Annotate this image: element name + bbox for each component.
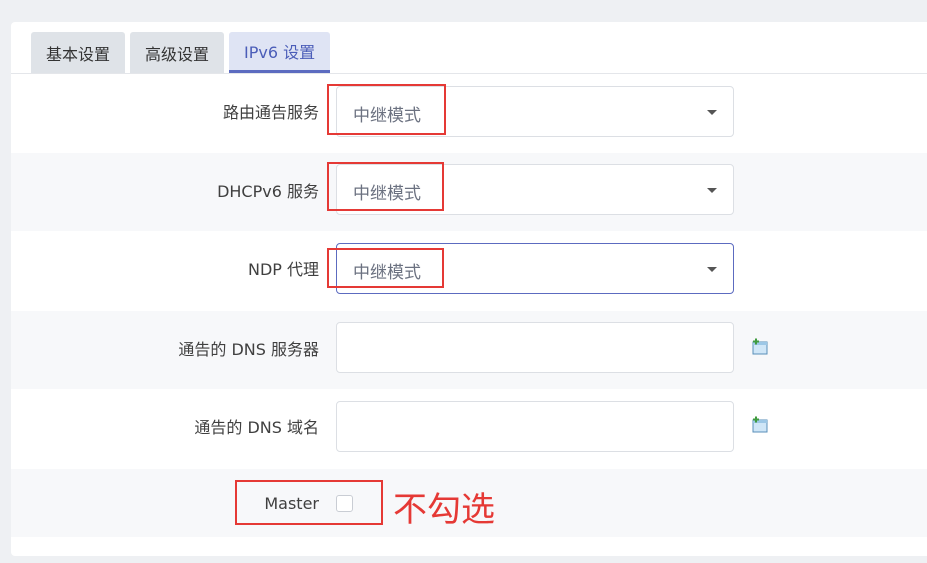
master-checkbox[interactable] bbox=[336, 495, 353, 512]
settings-panel: 基本设置 高级设置 IPv6 设置 路由通告服务 中继模式 DHCPv6 服务 … bbox=[11, 22, 927, 556]
row-ndp-proxy: NDP 代理 中继模式 bbox=[11, 231, 927, 311]
tab-bar: 基本设置 高级设置 IPv6 设置 bbox=[31, 32, 331, 73]
ndp-proxy-value: 中继模式 bbox=[353, 263, 421, 283]
row-announced-dns-domains: 通告的 DNS 域名 bbox=[11, 389, 927, 469]
ra-service-select[interactable]: 中继模式 bbox=[336, 86, 734, 137]
ndp-proxy-select[interactable]: 中继模式 bbox=[336, 243, 734, 294]
add-entry-icon[interactable] bbox=[751, 416, 769, 434]
annotation-note: 不勾选 bbox=[393, 490, 495, 530]
tab-advanced-settings[interactable]: 高级设置 bbox=[130, 32, 225, 73]
tab-basic-settings[interactable]: 基本设置 bbox=[31, 32, 126, 73]
row-ra-service: 路由通告服务 中继模式 bbox=[11, 74, 927, 153]
announced-dns-domains-label: 通告的 DNS 域名 bbox=[194, 418, 319, 437]
dhcpv6-service-select[interactable]: 中继模式 bbox=[336, 164, 734, 215]
ra-service-label: 路由通告服务 bbox=[222, 103, 319, 122]
chevron-down-icon bbox=[707, 267, 717, 272]
chevron-down-icon bbox=[707, 188, 717, 193]
dhcpv6-service-label: DHCPv6 服务 bbox=[217, 182, 319, 201]
tab-ipv6-settings[interactable]: IPv6 设置 bbox=[229, 32, 331, 73]
master-label: Master bbox=[264, 494, 319, 513]
ra-service-value: 中继模式 bbox=[353, 106, 421, 126]
dhcpv6-service-value: 中继模式 bbox=[353, 184, 421, 204]
chevron-down-icon bbox=[707, 110, 717, 115]
row-dhcpv6-service: DHCPv6 服务 中继模式 bbox=[11, 153, 927, 231]
announced-dns-servers-label: 通告的 DNS 服务器 bbox=[178, 340, 319, 359]
announced-dns-domains-input[interactable] bbox=[336, 401, 734, 452]
ndp-proxy-label: NDP 代理 bbox=[247, 260, 319, 279]
announced-dns-servers-input[interactable] bbox=[336, 322, 734, 373]
row-announced-dns-servers: 通告的 DNS 服务器 bbox=[11, 311, 927, 389]
add-entry-icon[interactable] bbox=[751, 338, 769, 356]
